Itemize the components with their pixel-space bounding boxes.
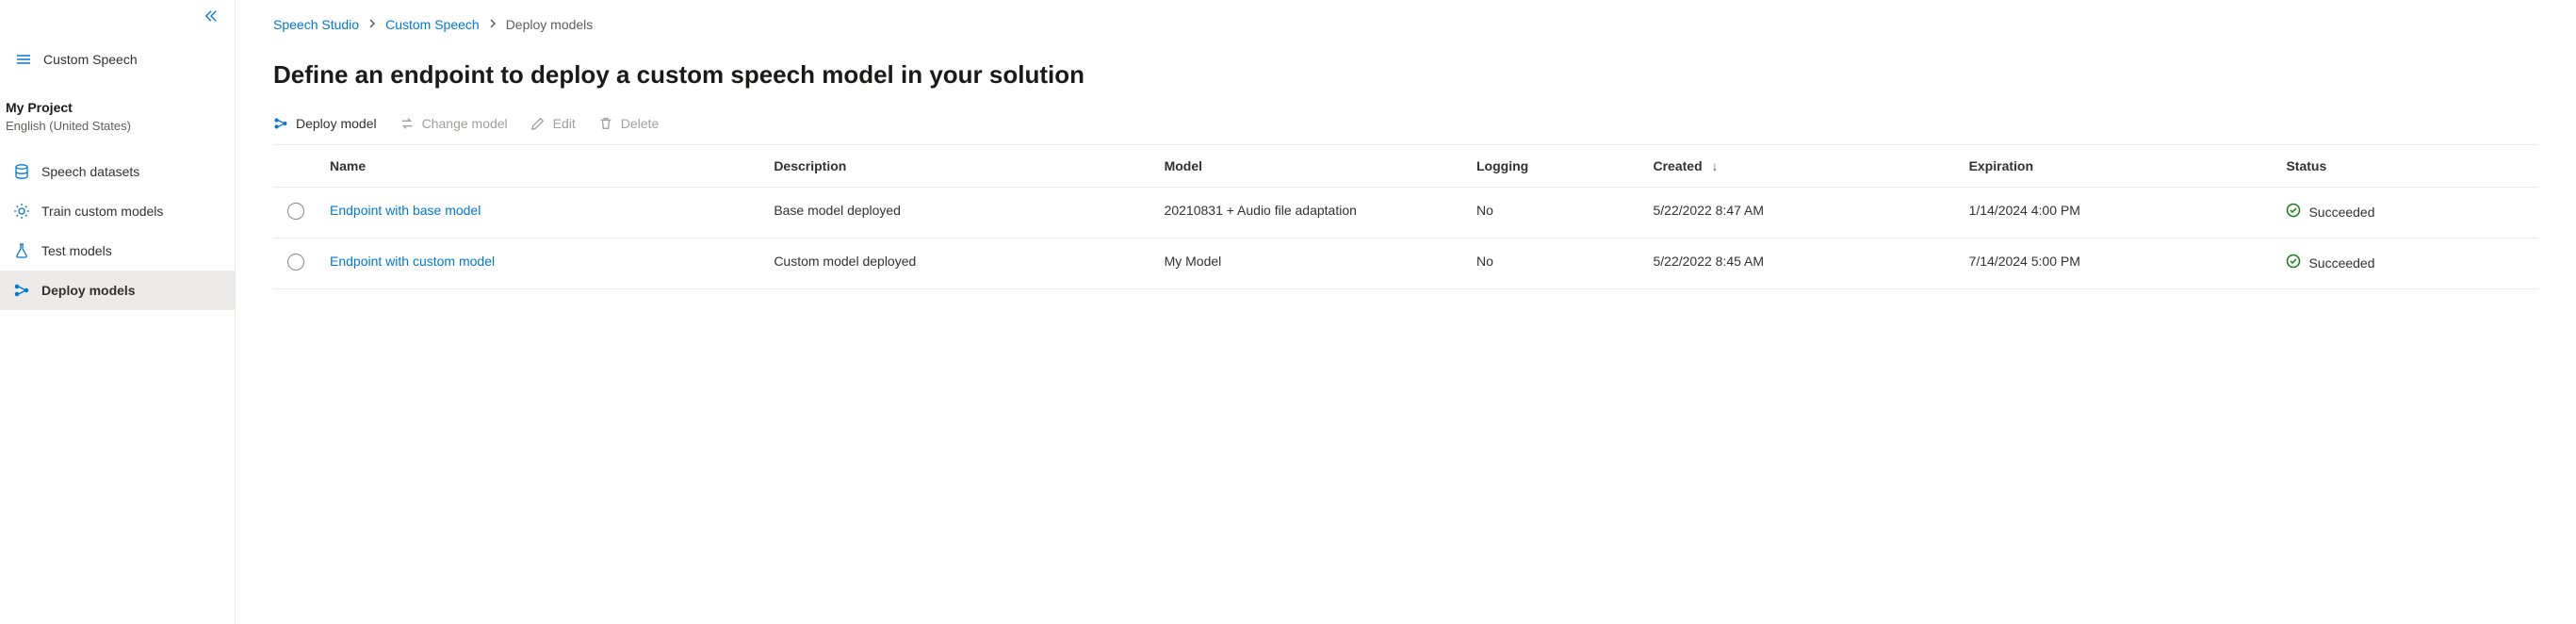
sidebar: Custom Speech My Project English (United… bbox=[0, 0, 236, 624]
row-radio[interactable] bbox=[287, 254, 304, 271]
chevron-right-icon bbox=[368, 19, 376, 31]
change-model-button: Change model bbox=[399, 116, 508, 131]
chevron-double-left-icon bbox=[204, 9, 218, 23]
sidebar-item-label: Speech datasets bbox=[41, 164, 139, 179]
project-language: English (United States) bbox=[6, 119, 229, 133]
cell-logging: No bbox=[1465, 238, 1642, 289]
cell-description: Base model deployed bbox=[762, 188, 1152, 238]
cell-expiration: 1/14/2024 4:00 PM bbox=[1958, 188, 2275, 238]
deploy-icon bbox=[273, 116, 288, 131]
column-description[interactable]: Description bbox=[762, 145, 1152, 188]
endpoint-link[interactable]: Endpoint with custom model bbox=[330, 254, 495, 269]
cell-status: Succeeded bbox=[2274, 188, 2538, 238]
column-model[interactable]: Model bbox=[1153, 145, 1465, 188]
sidebar-home-label: Custom Speech bbox=[43, 52, 138, 67]
toolbar-label: Deploy model bbox=[296, 116, 377, 131]
column-expiration[interactable]: Expiration bbox=[1958, 145, 2275, 188]
column-status[interactable]: Status bbox=[2274, 145, 2538, 188]
endpoint-link[interactable]: Endpoint with base model bbox=[330, 203, 481, 218]
main-content: Speech Studio Custom Speech Deploy model… bbox=[236, 0, 2576, 624]
cell-description: Custom model deployed bbox=[762, 238, 1152, 289]
row-radio[interactable] bbox=[287, 203, 304, 220]
breadcrumb: Speech Studio Custom Speech Deploy model… bbox=[273, 17, 2538, 32]
cell-model: 20210831 + Audio file adaptation bbox=[1153, 188, 1465, 238]
chevron-right-icon bbox=[489, 19, 497, 31]
toolbar-label: Change model bbox=[422, 116, 508, 131]
page-title: Define an endpoint to deploy a custom sp… bbox=[273, 60, 2538, 90]
sidebar-item-speech-datasets[interactable]: Speech datasets bbox=[0, 152, 235, 191]
project-header: My Project English (United States) bbox=[0, 96, 235, 152]
database-icon bbox=[13, 163, 30, 180]
endpoints-table: Name Description Model Logging Created ↓… bbox=[273, 144, 2538, 289]
cell-created: 5/22/2022 8:45 AM bbox=[1641, 238, 1957, 289]
toolbar: Deploy model Change model Edit bbox=[273, 116, 2538, 144]
cell-logging: No bbox=[1465, 188, 1642, 238]
column-created[interactable]: Created ↓ bbox=[1641, 145, 1957, 188]
sidebar-home-link[interactable]: Custom Speech bbox=[0, 41, 235, 77]
deploy-icon bbox=[13, 282, 30, 299]
trash-icon bbox=[598, 116, 613, 131]
cell-expiration: 7/14/2024 5:00 PM bbox=[1958, 238, 2275, 289]
toolbar-label: Delete bbox=[621, 116, 659, 131]
table-row[interactable]: Endpoint with base model Base model depl… bbox=[273, 188, 2538, 238]
column-name[interactable]: Name bbox=[318, 145, 762, 188]
delete-button: Delete bbox=[598, 116, 659, 131]
list-icon bbox=[15, 51, 32, 68]
collapse-sidebar-button[interactable] bbox=[0, 9, 235, 23]
success-icon bbox=[2286, 203, 2301, 221]
breadcrumb-link-speech-studio[interactable]: Speech Studio bbox=[273, 17, 359, 32]
toolbar-label: Edit bbox=[553, 116, 576, 131]
project-name: My Project bbox=[6, 100, 229, 115]
swap-icon bbox=[399, 116, 415, 131]
sidebar-item-train-models[interactable]: Train custom models bbox=[0, 191, 235, 231]
sort-descending-icon: ↓ bbox=[1712, 158, 1719, 173]
breadcrumb-link-custom-speech[interactable]: Custom Speech bbox=[385, 17, 480, 32]
pencil-icon bbox=[530, 116, 546, 131]
cell-model: My Model bbox=[1153, 238, 1465, 289]
sidebar-item-label: Test models bbox=[41, 243, 112, 258]
gear-icon bbox=[13, 203, 30, 220]
table-row[interactable]: Endpoint with custom model Custom model … bbox=[273, 238, 2538, 289]
sidebar-item-label: Train custom models bbox=[41, 204, 163, 219]
success-icon bbox=[2286, 254, 2301, 271]
sidebar-item-label: Deploy models bbox=[41, 283, 136, 298]
column-logging[interactable]: Logging bbox=[1465, 145, 1642, 188]
cell-created: 5/22/2022 8:47 AM bbox=[1641, 188, 1957, 238]
flask-icon bbox=[13, 242, 30, 259]
column-select bbox=[273, 145, 318, 188]
edit-button: Edit bbox=[530, 116, 576, 131]
sidebar-item-test-models[interactable]: Test models bbox=[0, 231, 235, 271]
deploy-model-button[interactable]: Deploy model bbox=[273, 116, 377, 131]
sidebar-item-deploy-models[interactable]: Deploy models bbox=[0, 271, 235, 310]
cell-status: Succeeded bbox=[2274, 238, 2538, 289]
breadcrumb-current: Deploy models bbox=[506, 17, 594, 32]
